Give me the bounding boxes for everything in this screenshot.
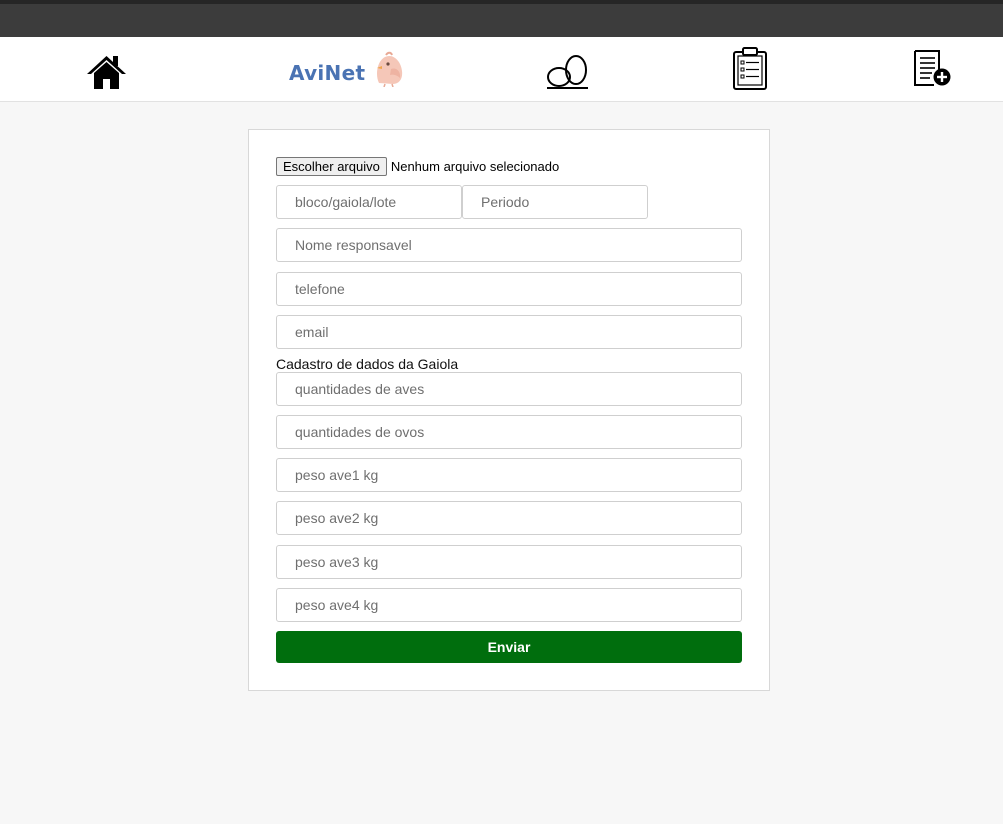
email-input[interactable] [276, 315, 742, 349]
bird-icon [377, 51, 403, 87]
birds-quantity-input[interactable] [276, 372, 742, 406]
period-input[interactable] [462, 185, 648, 219]
file-status: Nenhum arquivo selecionado [390, 159, 560, 174]
eggs-icon [547, 55, 588, 89]
home-icon [87, 56, 126, 89]
file-picker: Escolher arquivo Nenhum arquivo selecion… [276, 157, 559, 176]
eggs-quantity-input[interactable] [276, 415, 742, 449]
bird4-weight-input[interactable] [276, 588, 742, 622]
logo-text: AviNet [289, 61, 366, 85]
location-input[interactable] [276, 185, 462, 219]
cage-section-label: Cadastro de dados da Gaiola [276, 356, 459, 372]
browser-top-bar [0, 0, 1003, 37]
bird2-weight-input[interactable] [276, 501, 742, 535]
nav-clipboard-link[interactable] [732, 47, 768, 90]
clipboard-icon [733, 47, 767, 90]
nav-eggs-link[interactable] [545, 54, 591, 90]
navbar: AviNet [0, 37, 1003, 102]
nav-home-link[interactable] [86, 54, 127, 90]
bird1-weight-input[interactable] [276, 458, 742, 492]
responsible-name-input[interactable] [276, 228, 742, 262]
add-report-icon [914, 50, 951, 86]
submit-button[interactable]: Enviar [276, 631, 742, 663]
avinet-logo-link[interactable]: AviNet [287, 51, 409, 89]
phone-input[interactable] [276, 272, 742, 306]
choose-file-button[interactable]: Escolher arquivo [276, 157, 387, 176]
nav-add-report-link[interactable] [912, 49, 952, 87]
bird3-weight-input[interactable] [276, 545, 742, 579]
